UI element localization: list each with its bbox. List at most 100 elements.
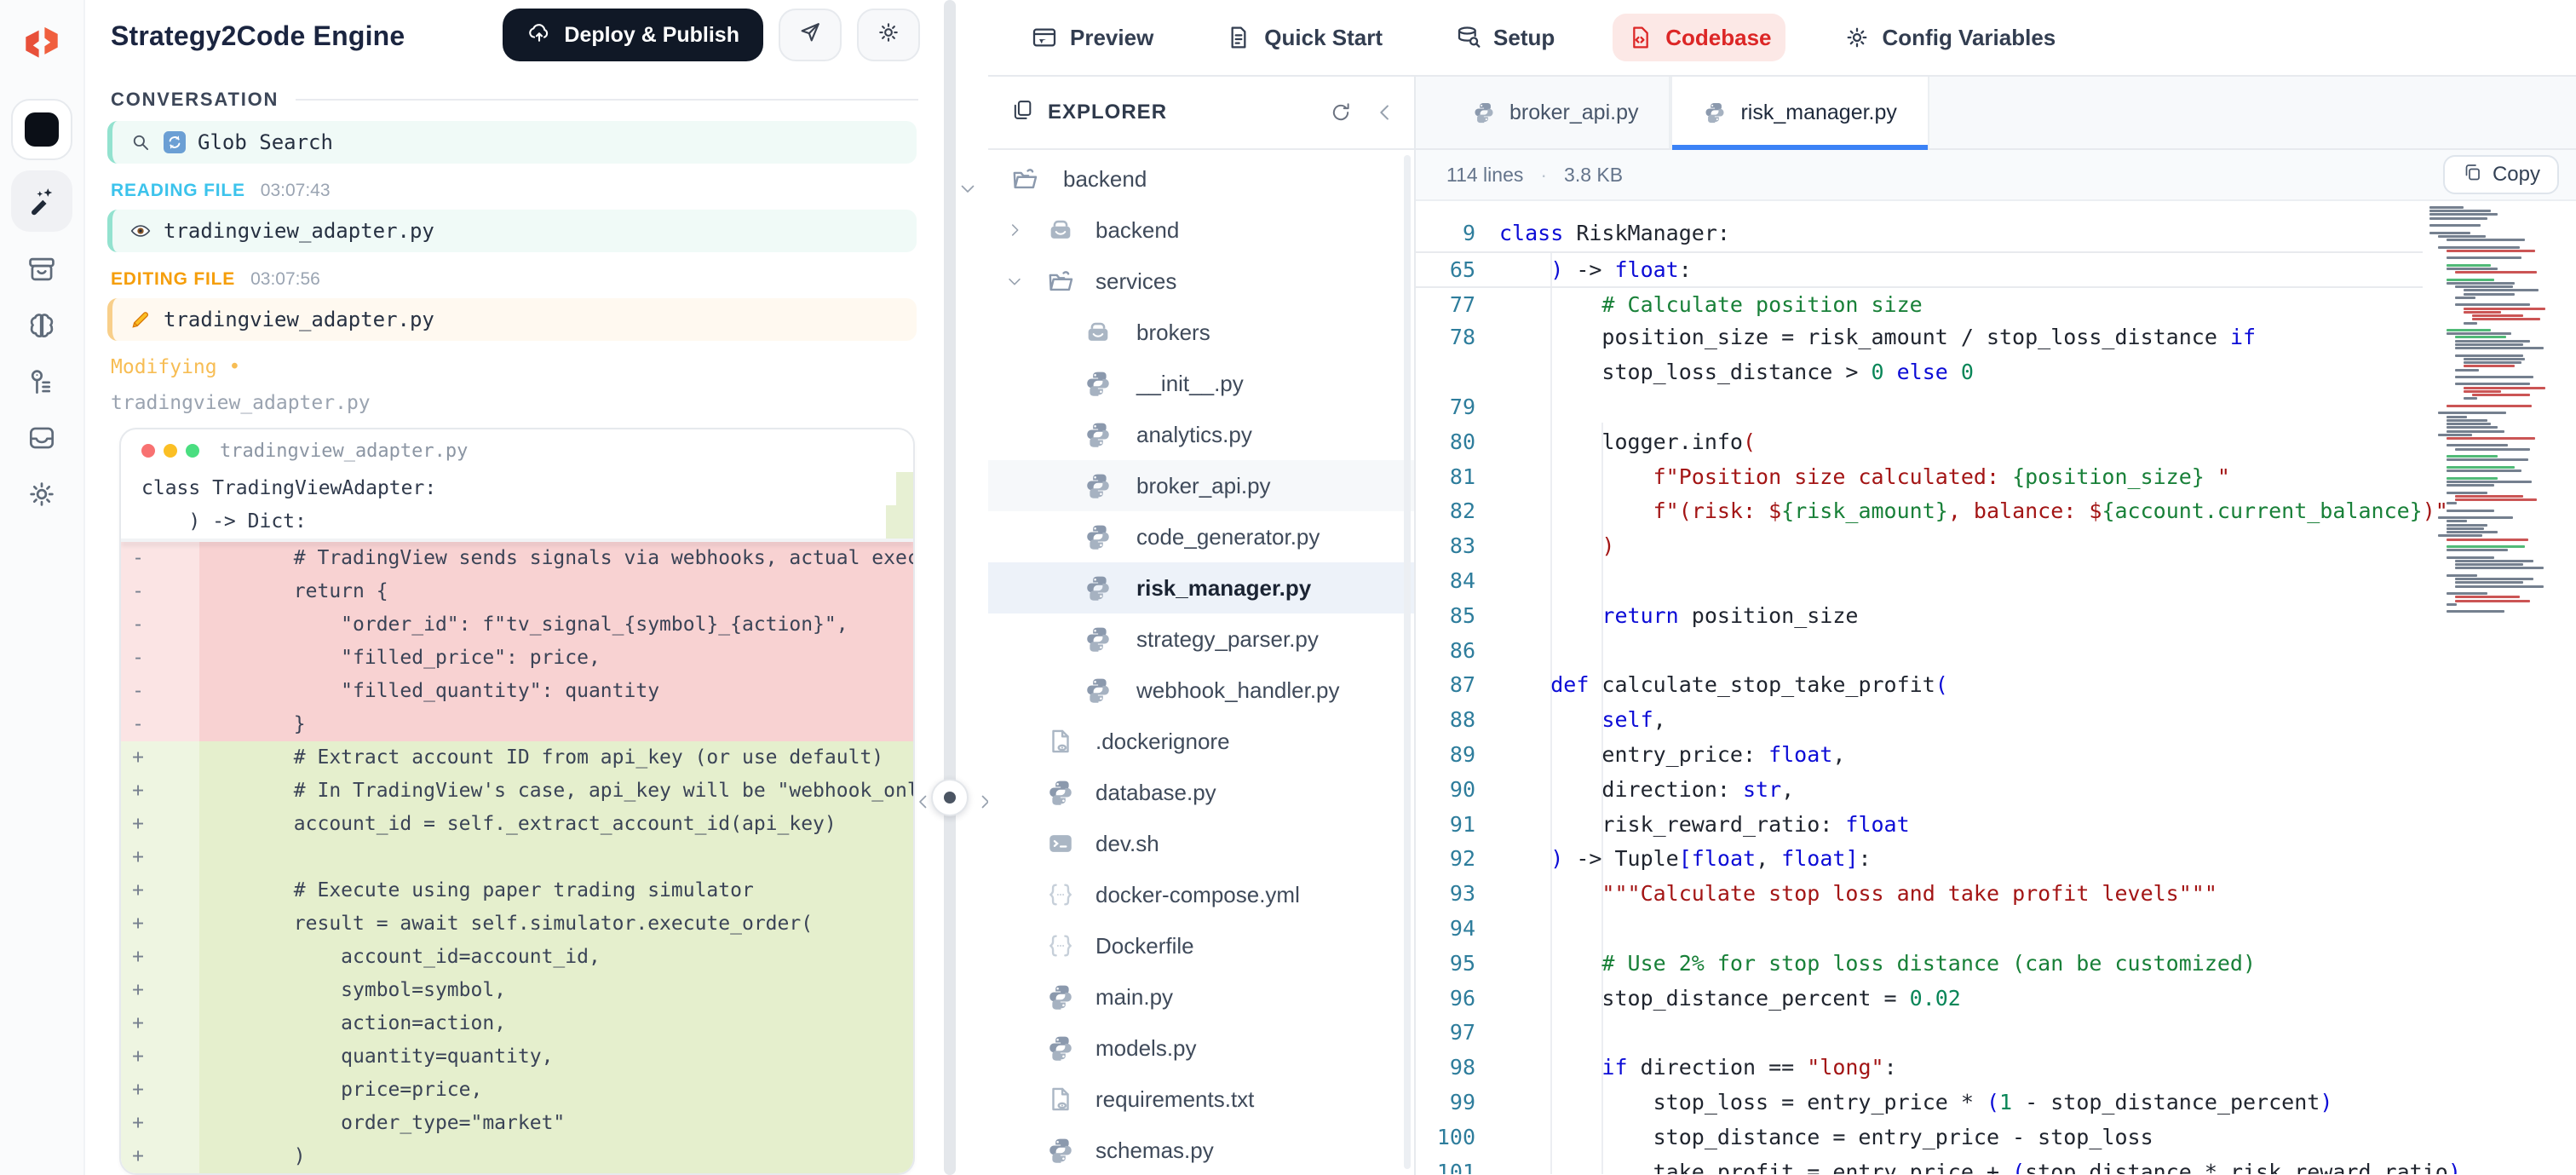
code-line: 80 logger.info( [1416,425,2423,460]
tree-item-broker_api.py[interactable]: broker_api.py [988,460,1414,511]
tree-item-database.py[interactable]: database.py [988,767,1414,818]
tree-item-main.py[interactable]: main.py [988,971,1414,1022]
toolbar-item-quick-start[interactable]: Quick Start [1211,14,1396,61]
diff-line: + action=action, [121,1007,913,1040]
archive-button[interactable] [11,242,72,297]
line-number: 81 [1416,460,1499,495]
tree-item-services[interactable]: services [988,256,1414,307]
event-label: EDITING FILE03:07:56 [111,269,917,290]
tree-item-webhook_handler.py[interactable]: webhook_handler.py [988,665,1414,716]
quickstart-icon [1225,24,1252,51]
line-number [1416,355,1499,390]
tree-item-label: .dockerignore [1095,729,1230,755]
tool-call-chip: tradingview_adapter.py [107,298,917,341]
line-number: 83 [1416,529,1499,564]
toolbar-item-config-variables[interactable]: Config Variables [1830,14,2070,61]
tree-item-Dockerfile[interactable]: Dockerfile [988,920,1414,971]
left-icon-rail [0,0,85,1175]
tab-label: risk_manager.py [1740,101,1896,125]
files-icon [1010,97,1034,129]
splitter-drag-handle[interactable] [931,779,969,816]
line-number: 91 [1416,808,1499,843]
tab-broker_api.py[interactable]: broker_api.py [1441,77,1670,148]
refresh-icon[interactable] [1329,101,1353,124]
diff-line: - return { [121,575,913,608]
code-line: 95 # Use 2% for stop loss distance (can … [1416,947,2423,982]
braces-icon [1046,880,1075,909]
python-icon [1084,676,1113,705]
panel-splitter[interactable] [944,0,956,1175]
editor-tabstrip: broker_api.py risk_manager.py [1416,77,2576,150]
tree-item-code_generator.py[interactable]: code_generator.py [988,511,1414,562]
brain-button[interactable] [11,298,72,353]
python-icon [1084,471,1113,500]
preview-icon [1031,24,1058,51]
python-icon [1046,1034,1075,1063]
explorer-header: EXPLORER [988,77,1414,150]
tree-item-strategy_parser.py[interactable]: strategy_parser.py [988,613,1414,665]
wand-button[interactable] [11,170,72,232]
key-button[interactable] [11,354,72,409]
tree-item-schemas.py[interactable]: schemas.py [988,1125,1414,1172]
line-number: 96 [1416,982,1499,1017]
app-logo-icon[interactable] [11,14,72,75]
settings-button[interactable] [857,9,920,61]
line-number: 95 [1416,947,1499,982]
tool-call-text: tradingview_adapter.py [164,219,434,243]
file-tree: backendbackend services brokers__init__.py… [988,150,1414,1172]
python-icon [1084,420,1113,449]
toolbar-item-codebase[interactable]: Codebase [1613,14,1785,61]
tree-item-docker-compose.yml[interactable]: docker-compose.yml [988,869,1414,920]
code-line: stop_loss_distance > 0 else 0 [1416,355,2423,390]
line-number: 80 [1416,425,1499,460]
send-button[interactable] [779,9,842,61]
python-icon [1703,101,1727,124]
tree-item-requirements.txt[interactable]: requirements.txt [988,1074,1414,1125]
tab-risk_manager.py[interactable]: risk_manager.py [1670,77,1929,148]
code-line: 9class RiskManager: [1416,216,2423,251]
toolbar-item-label: Quick Start [1264,25,1383,51]
diff-line: + symbol=symbol, [121,974,913,1007]
diff-line: + ) [121,1140,913,1173]
explorer-scrollbar[interactable] [1404,155,1411,1169]
toolbar-item-preview[interactable]: Preview [1017,14,1167,61]
diff-line: + quantity=quantity, [121,1040,913,1074]
tree-item-analytics.py[interactable]: analytics.py [988,409,1414,460]
chevron-down-icon[interactable] [957,174,978,194]
tree-item-backend[interactable]: backend [988,153,1414,204]
code-editor[interactable]: 9class RiskManager:65 ) -> float:77 # Ca… [1416,201,2576,1174]
copy-button[interactable]: Copy [2443,155,2559,194]
folder-closed-icon [1046,216,1075,245]
stop-button[interactable] [11,99,72,160]
python-icon [1472,101,1496,124]
traffic-light-dot [141,444,155,458]
file-eye-icon [1046,727,1075,756]
collapse-panel-icon[interactable] [1373,101,1397,124]
tree-item-.dockerignore[interactable]: .dockerignore [988,716,1414,767]
deploy-publish-button[interactable]: Deploy & Publish [503,9,763,61]
chevron-down-icon[interactable] [1005,272,1024,291]
python-icon [1084,625,1113,654]
tree-item-backend[interactable]: backend [988,204,1414,256]
traffic-light-dot [186,444,199,458]
refresh-blue-icon [164,131,186,153]
tree-item-label: docker-compose.yml [1095,882,1300,908]
toolbar-item-setup[interactable]: Setup [1440,14,1568,61]
diff-line: + order_type="market" [121,1107,913,1140]
status-text: Modifying • [111,356,917,378]
chevron-right-icon[interactable] [1005,221,1024,239]
tree-item-dev.sh[interactable]: dev.sh [988,818,1414,869]
tree-item-brokers[interactable]: brokers [988,307,1414,358]
diff-card-header: tradingview_adapter.py [121,429,913,472]
tree-item-__init__.py[interactable]: __init__.py [988,358,1414,409]
tree-item-models.py[interactable]: models.py [988,1022,1414,1074]
minimap[interactable] [2429,206,2566,613]
gear-button[interactable] [11,467,72,521]
tree-item-risk_manager.py[interactable]: risk_manager.py [988,562,1414,613]
diff-line: + account_id=account_id, [121,941,913,974]
inbox-button[interactable] [11,411,72,465]
tree-item-label: services [1095,268,1176,295]
line-number: 78 [1416,320,1499,355]
cloud-upload-icon [526,20,552,51]
line-number: 89 [1416,738,1499,773]
